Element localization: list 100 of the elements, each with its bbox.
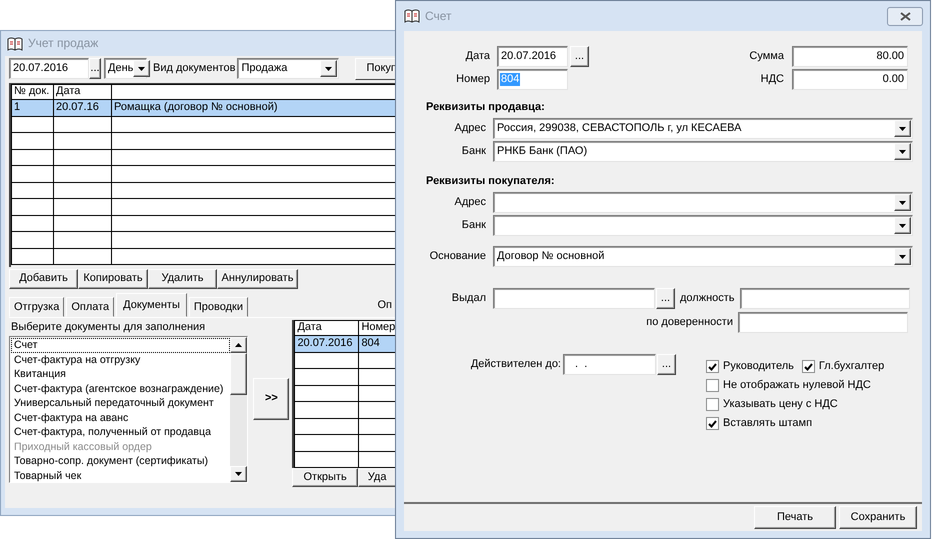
field-label: Сумма <box>749 50 784 64</box>
caret-icon <box>899 254 906 259</box>
caret-icon <box>899 126 906 131</box>
checkbox-label: Руководитель <box>723 360 794 374</box>
window-title: Учет продаж <box>28 36 98 51</box>
table-button[interactable]: Уда <box>358 468 397 487</box>
tab[interactable]: Оплата <box>66 296 114 317</box>
field-label: Адрес <box>454 122 486 136</box>
checkmark-icon <box>708 362 717 371</box>
tab[interactable]: Отгрузка <box>9 296 64 317</box>
dialog-button[interactable]: Печать <box>754 506 836 529</box>
section-heading: Реквизиты продавца: <box>426 101 546 114</box>
column-header[interactable]: № док. <box>12 84 54 100</box>
dropdown-button[interactable] <box>133 60 150 77</box>
text-field[interactable]: 20.07.2016 <box>497 46 568 67</box>
field-label: НДС <box>760 72 784 86</box>
dropdown-button[interactable] <box>894 248 911 266</box>
checkbox[interactable] <box>706 379 719 392</box>
dialog-button[interactable]: Сохранить <box>839 506 917 529</box>
checkbox-label: Указывать цену с НДС <box>723 398 838 412</box>
dropdown-field[interactable]: Договор № основной <box>493 246 913 268</box>
field-label: Основание <box>428 250 486 264</box>
table-cell: 20.07.2016 <box>294 336 359 352</box>
scroll-down-button[interactable] <box>230 466 248 482</box>
field-label: Оп <box>377 299 392 313</box>
toolbar-button[interactable]: Аннулировать <box>217 269 298 289</box>
list-item[interactable]: Квитанция <box>11 367 230 382</box>
dropdown-button[interactable] <box>894 120 911 138</box>
date-picker-button[interactable]: ... <box>570 46 589 67</box>
up-arrow-icon <box>235 343 242 348</box>
caret-icon <box>899 150 906 154</box>
list-item[interactable]: Универсальный передаточный документ <box>11 396 230 411</box>
checkmark-icon <box>708 420 717 428</box>
field-label: по доверенности <box>646 316 733 330</box>
field-label: Дата <box>464 50 490 64</box>
caret-icon <box>899 224 906 228</box>
toolbar-button[interactable]: Добавить <box>9 269 78 289</box>
list-item[interactable]: Счет-фактура, полученный от продавца <box>11 425 230 440</box>
field-label: Банк <box>460 145 486 158</box>
field-label: Выдал <box>450 292 486 306</box>
table-button[interactable]: Открыть <box>292 468 358 487</box>
checkbox[interactable] <box>706 417 719 430</box>
date-field[interactable]: 20.07.2016 <box>9 58 89 79</box>
field-label: Действителен до: <box>470 358 561 372</box>
dropdown-field[interactable] <box>493 192 913 214</box>
toolbar-button[interactable]: Копировать <box>78 269 148 289</box>
column-header[interactable]: Дата <box>294 320 359 336</box>
dropdown-field[interactable]: Россия, 299038, СЕВАСТОПОЛЬ г, ул КЕСАЕВА <box>493 118 913 140</box>
section-heading: Реквизиты покупателя: <box>426 175 556 188</box>
period-dropdown[interactable]: День <box>104 58 147 79</box>
table-cell: 20.07.16 <box>54 100 112 116</box>
field-label: Банк <box>460 219 486 232</box>
table-cell: Ромащка (договор № основной) <box>112 100 396 116</box>
dropdown-button[interactable] <box>894 194 911 212</box>
field-label: Адрес <box>454 196 486 210</box>
field-label: Вид документов <box>153 62 236 76</box>
book-icon <box>404 9 420 23</box>
checkbox-label: Гл.бухгалтер <box>818 360 884 374</box>
select-button[interactable]: ... <box>656 288 675 310</box>
selected-text: 804 <box>500 72 520 86</box>
window-title: Счет <box>425 8 452 24</box>
dropdown-field[interactable]: РНКБ Банк (ПАО) <box>493 141 913 162</box>
list-item[interactable]: Счет-фактура (агентское вознаграждение) <box>11 382 230 396</box>
tab[interactable]: Документы <box>116 292 187 317</box>
caret-icon <box>325 66 332 70</box>
date-picker-button[interactable]: ... <box>657 354 676 376</box>
text-field[interactable] <box>738 312 908 334</box>
list-item[interactable]: Счет <box>11 338 230 353</box>
checkbox-label: Вставлять штамп <box>723 417 812 430</box>
document-type-dropdown[interactable]: Продажа <box>237 58 340 79</box>
close-button[interactable] <box>887 6 923 26</box>
number-field[interactable]: 0.00 <box>792 69 908 90</box>
tab[interactable]: Проводки <box>188 296 248 317</box>
table-cell: 1 <box>12 100 54 116</box>
checkbox[interactable] <box>802 360 815 374</box>
dropdown-button[interactable] <box>894 217 911 234</box>
checkbox[interactable] <box>706 398 719 412</box>
list-item[interactable]: Счет-фактура на отгрузку <box>11 352 230 368</box>
caret-icon <box>899 200 906 205</box>
caret-icon <box>235 472 242 476</box>
field-label: должность <box>680 292 735 306</box>
scroll-up-button[interactable] <box>230 337 248 354</box>
text-field[interactable] <box>493 288 655 310</box>
list-item[interactable]: Счет-фактура на аванс <box>11 410 230 426</box>
date-picker-button[interactable]: ... <box>89 58 101 79</box>
checkbox[interactable] <box>706 360 719 374</box>
list-item[interactable]: Товарный чек <box>11 468 230 482</box>
list-item[interactable]: Товарно-сопр. документ (сертификаты) <box>11 454 230 469</box>
dropdown-field[interactable] <box>493 215 913 236</box>
caret-icon <box>138 66 146 70</box>
text-field[interactable] <box>740 288 910 310</box>
date-field[interactable]: . . <box>563 354 656 376</box>
number-field[interactable]: 80.00 <box>792 46 908 67</box>
move-button[interactable]: >> <box>253 378 290 420</box>
dropdown-button[interactable] <box>894 143 911 160</box>
dropdown-button[interactable] <box>320 60 338 77</box>
close-icon <box>900 12 910 20</box>
scrollbar-thumb[interactable] <box>230 353 248 396</box>
toolbar-button[interactable]: Удалить <box>148 269 217 289</box>
checkmark-icon <box>804 362 813 371</box>
